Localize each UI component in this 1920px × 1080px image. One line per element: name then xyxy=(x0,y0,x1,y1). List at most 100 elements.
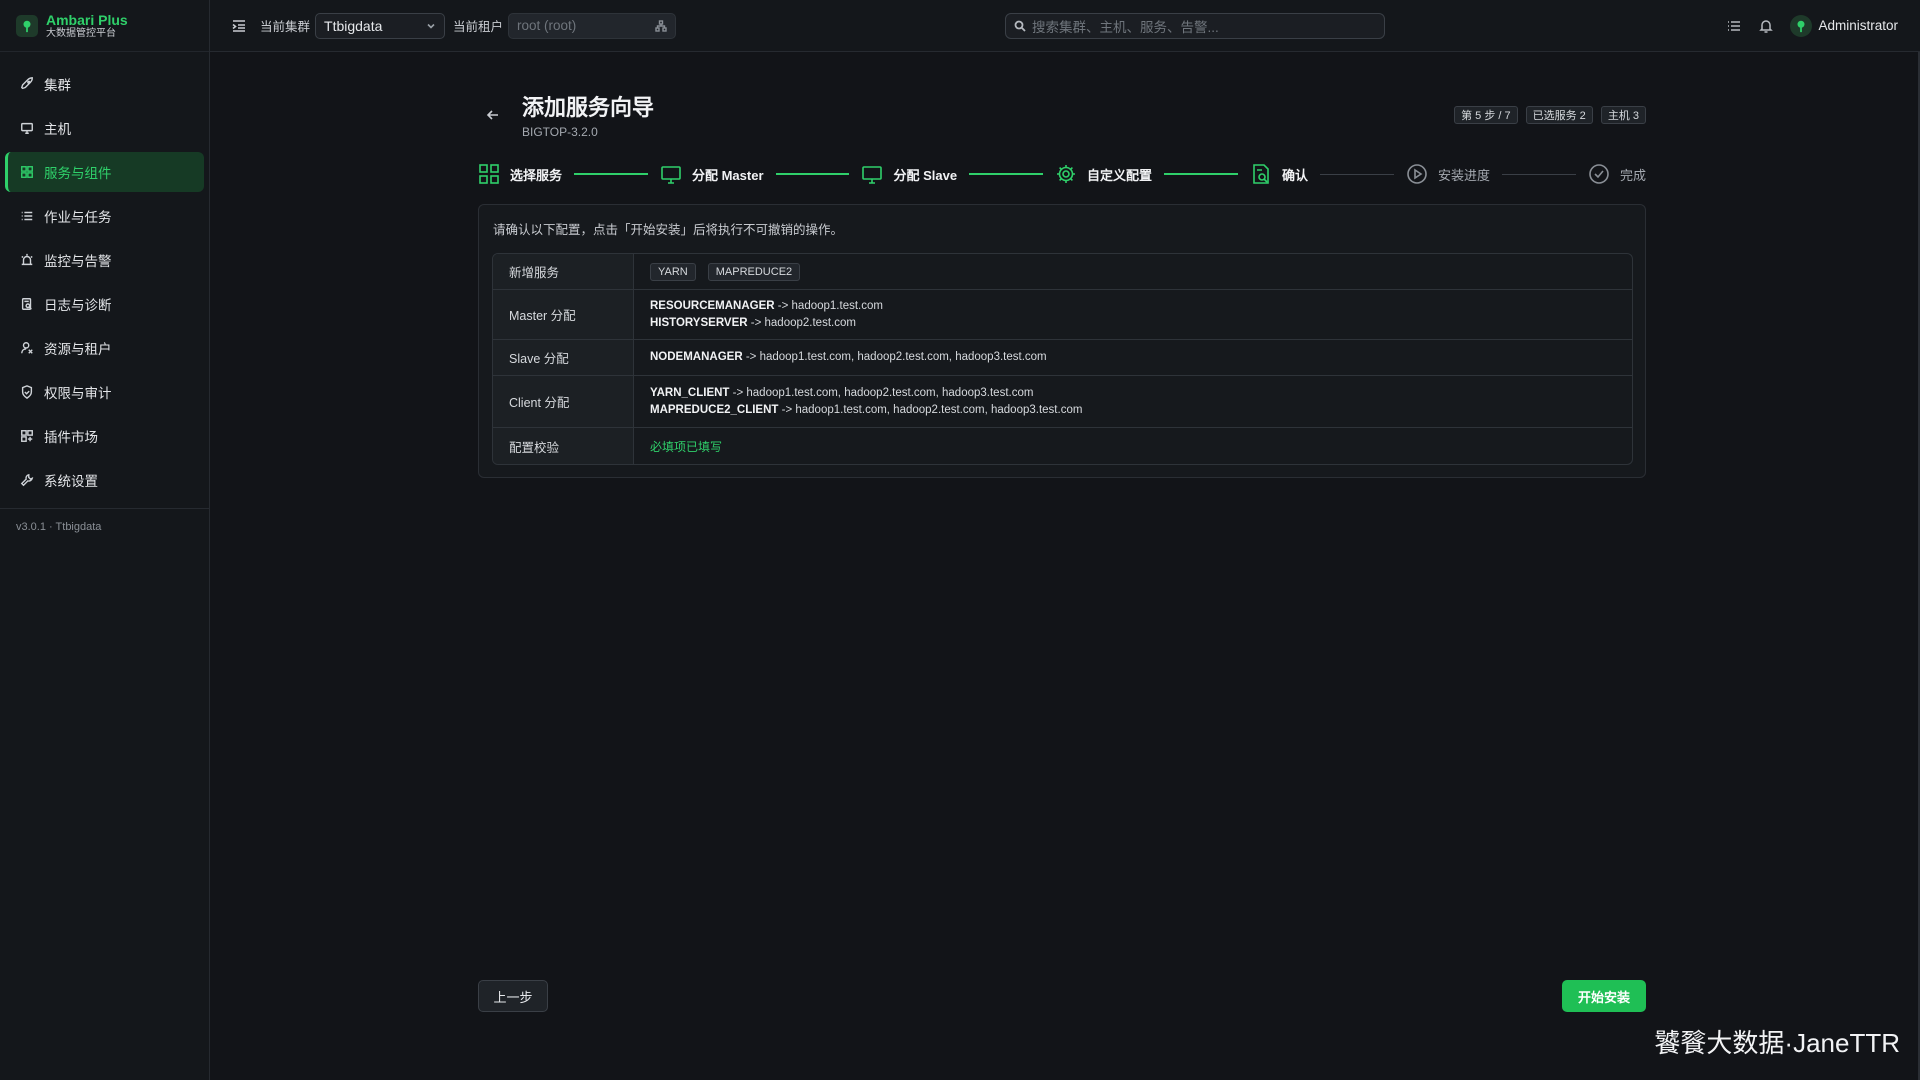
row-value: YARN MAPREDUCE2 xyxy=(634,254,1632,289)
task-list-button[interactable] xyxy=(1726,18,1742,34)
sidebar-item-label: 服务与组件 xyxy=(44,166,112,181)
sidebar: Ambari Plus 大数据管控平台 集群 主机 服务与组件 作业与任务 监控… xyxy=(0,0,210,1080)
chevron-down-icon xyxy=(427,23,435,29)
row-key: Client 分配 xyxy=(493,376,634,427)
sidebar-item-label: 主机 xyxy=(44,122,71,137)
cluster-select[interactable]: Ttbigdata xyxy=(315,12,446,39)
sidebar-item-label: 监控与告警 xyxy=(44,254,112,269)
sidebar-item-label: 插件市场 xyxy=(44,430,98,445)
sidebar-item-plugins[interactable]: 插件市场 xyxy=(5,416,204,456)
grid-icon xyxy=(478,163,500,185)
search-placeholder: 搜索集群、主机、服务、告警... xyxy=(1032,19,1219,35)
sidebar-item-label: 系统设置 xyxy=(44,474,98,489)
topbar-right: Administrator xyxy=(1726,14,1898,37)
bell-icon xyxy=(1759,19,1774,33)
step-confirm[interactable]: 确认 xyxy=(1250,163,1308,185)
avatar[interactable] xyxy=(1790,14,1813,37)
sidebar-item-hosts[interactable]: 主机 xyxy=(5,108,204,148)
step-connector xyxy=(775,173,850,175)
global-search-input[interactable]: 搜索集群、主机、服务、告警... xyxy=(1005,12,1385,39)
play-circle-icon xyxy=(1406,163,1428,185)
topbar: 当前集群 Ttbigdata 当前租户 root (root) 搜索集群、主机、… xyxy=(210,0,1920,52)
component-hosts: -> hadoop1.test.com, hadoop2.test.com, h… xyxy=(778,403,1083,416)
row-value: NODEMANAGER -> hadoop1.test.com, hadoop2… xyxy=(634,340,1632,375)
page-header: 添加服务向导 BIGTOP-3.2.0 第 5 步 / 7 已选服务 2 主机 … xyxy=(478,90,1646,140)
step-custom-config[interactable]: 自定义配置 xyxy=(1055,163,1152,185)
sidebar-item-logs[interactable]: 日志与诊断 xyxy=(5,284,204,324)
step-count-badge: 第 5 步 / 7 xyxy=(1454,106,1518,124)
plugin-icon xyxy=(21,430,33,442)
table-row: Client 分配 YARN_CLIENT -> hadoop1.test.co… xyxy=(493,376,1632,428)
selected-services-badge: 已选服务 2 xyxy=(1525,106,1593,124)
back-button[interactable] xyxy=(486,108,502,124)
step-install-progress: 安装进度 xyxy=(1406,163,1490,185)
step-assign-slave[interactable]: 分配 Slave xyxy=(861,163,957,185)
tenant-input[interactable]: root (root) xyxy=(508,12,677,39)
previous-step-button[interactable]: 上一步 xyxy=(478,980,548,1012)
row-key: 新增服务 xyxy=(493,254,634,289)
sidebar-nav: 集群 主机 服务与组件 作业与任务 监控与告警 日志与诊断 资源与租户 权限与审… xyxy=(0,52,209,500)
table-row: 新增服务 YARN MAPREDUCE2 xyxy=(493,254,1632,290)
row-value: YARN_CLIENT -> hadoop1.test.com, hadoop2… xyxy=(634,376,1632,427)
user-name[interactable]: Administrator xyxy=(1818,18,1898,33)
row-key: Slave 分配 xyxy=(493,340,634,375)
sidebar-item-services[interactable]: 服务与组件 xyxy=(5,152,204,192)
sidebar-item-settings[interactable]: 系统设置 xyxy=(5,460,204,500)
component-hosts: -> hadoop2.test.com xyxy=(747,316,856,329)
service-tag: YARN xyxy=(650,262,696,281)
search-icon xyxy=(1014,20,1026,32)
check-circle-icon xyxy=(1588,163,1610,185)
notifications-button[interactable] xyxy=(1758,18,1774,34)
component-hosts: -> hadoop1.test.com, hadoop2.test.com, h… xyxy=(742,351,1047,363)
stack-version: BIGTOP-3.2.0 xyxy=(522,125,598,139)
avatar-logo-icon xyxy=(1797,20,1805,32)
sidebar-item-label: 资源与租户 xyxy=(44,342,112,357)
gear-icon xyxy=(1055,163,1077,185)
brand[interactable]: Ambari Plus 大数据管控平台 xyxy=(0,0,209,52)
component-name: YARN_CLIENT xyxy=(650,386,730,399)
step-label: 选择服务 xyxy=(510,167,563,183)
step-label: 安装进度 xyxy=(1438,167,1491,183)
component-name: MAPREDUCE2_CLIENT xyxy=(650,403,779,416)
step-connector xyxy=(1320,173,1395,175)
table-row: Slave 分配 NODEMANAGER -> hadoop1.test.com… xyxy=(493,340,1632,376)
row-key: 配置校验 xyxy=(493,428,634,464)
row-value: RESOURCEMANAGER -> hadoop1.test.com HIST… xyxy=(634,290,1632,339)
component-hosts: -> hadoop1.test.com xyxy=(774,299,883,312)
shield-icon xyxy=(21,385,33,399)
sidebar-item-jobs[interactable]: 作业与任务 xyxy=(5,196,204,236)
tenant-icon xyxy=(21,342,33,354)
document-search-icon xyxy=(1250,163,1272,185)
version-label: v3.0.1 · Ttbigdata xyxy=(16,521,102,533)
table-row: Master 分配 RESOURCEMANAGER -> hadoop1.tes… xyxy=(493,290,1632,340)
sidebar-item-tenants[interactable]: 资源与租户 xyxy=(5,328,204,368)
step-label: 自定义配置 xyxy=(1087,167,1153,183)
wizard-badges: 第 5 步 / 7 已选服务 2 主机 3 xyxy=(1454,106,1646,124)
step-assign-master[interactable]: 分配 Master xyxy=(660,163,764,185)
alarm-icon xyxy=(21,253,33,266)
step-connector xyxy=(574,173,648,175)
app-logo-icon xyxy=(16,14,38,37)
step-select-services[interactable]: 选择服务 xyxy=(478,163,562,185)
step-label: 完成 xyxy=(1620,167,1647,183)
sidebar-item-audit[interactable]: 权限与审计 xyxy=(5,372,204,412)
sidebar-item-monitoring[interactable]: 监控与告警 xyxy=(5,240,204,280)
menu-fold-icon xyxy=(232,19,245,32)
cluster-select-value: Ttbigdata xyxy=(324,17,383,34)
table-row: 配置校验 必填项已填写 xyxy=(493,428,1632,464)
grid-icon xyxy=(21,166,33,178)
sidebar-item-cluster[interactable]: 集群 xyxy=(5,64,204,104)
start-install-button[interactable]: 开始安装 xyxy=(1562,980,1646,1012)
arrow-left-icon xyxy=(486,110,498,120)
step-label: 分配 Slave xyxy=(893,167,958,183)
step-connector xyxy=(969,173,1044,175)
host-count-badge: 主机 3 xyxy=(1600,106,1646,124)
step-label: 确认 xyxy=(1282,167,1309,183)
component-hosts: -> hadoop1.test.com, hadoop2.test.com, h… xyxy=(729,386,1034,399)
org-tree-icon xyxy=(655,19,667,32)
service-tag: MAPREDUCE2 xyxy=(707,262,801,281)
wrench-icon xyxy=(20,473,34,487)
component-name: HISTORYSERVER xyxy=(650,316,748,329)
menu-toggle-button[interactable] xyxy=(230,17,248,35)
tenant-input-placeholder: root (root) xyxy=(517,18,577,33)
